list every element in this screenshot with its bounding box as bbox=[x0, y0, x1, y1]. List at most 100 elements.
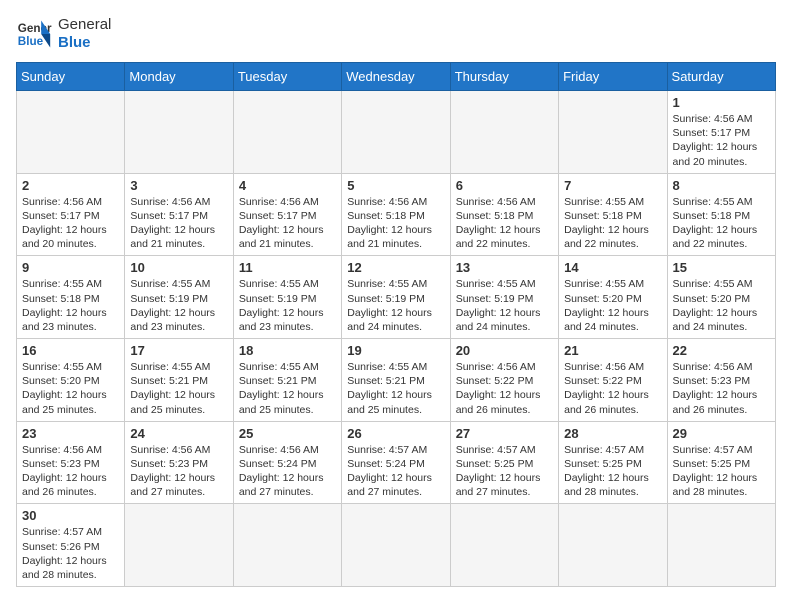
calendar: SundayMondayTuesdayWednesdayThursdayFrid… bbox=[16, 62, 776, 587]
day-info: Sunrise: 4:55 AM Sunset: 5:21 PM Dayligh… bbox=[239, 360, 336, 417]
day-info: Sunrise: 4:55 AM Sunset: 5:18 PM Dayligh… bbox=[673, 195, 770, 252]
calendar-cell bbox=[342, 504, 450, 587]
day-header-row: SundayMondayTuesdayWednesdayThursdayFrid… bbox=[17, 63, 776, 91]
calendar-cell: 21Sunrise: 4:56 AM Sunset: 5:22 PM Dayli… bbox=[559, 339, 667, 422]
calendar-cell bbox=[559, 91, 667, 174]
calendar-week-row: 1 Sunrise: 4:56 AM Sunset: 5:17 PM Daylig… bbox=[17, 91, 776, 174]
calendar-week-row: 16 Sunrise: 4:55 AM Sunset: 5:20 PM Dayli… bbox=[17, 339, 776, 422]
day-info: Sunrise: 4:56 AM Sunset: 5:18 PM Dayligh… bbox=[456, 195, 553, 252]
day-number: 23 bbox=[22, 426, 119, 441]
calendar-cell: 24 Sunrise: 4:56 AM Sunset: 5:23 PM Dayli… bbox=[125, 421, 233, 504]
day-info: Sunrise: 4:56 AM Sunset: 5:24 PM Dayligh… bbox=[239, 443, 336, 500]
day-number: 15 bbox=[673, 260, 770, 275]
calendar-cell: 27 Sunrise: 4:57 AM Sunset: 5:25 PM Dayli… bbox=[450, 421, 558, 504]
day-info: Sunrise: 4:55 AM Sunset: 5:20 PM Dayligh… bbox=[564, 277, 661, 334]
day-number: 12 bbox=[347, 260, 444, 275]
day-info: Sunrise: 4:55 AM Sunset: 5:19 PM Dayligh… bbox=[456, 277, 553, 334]
day-number: 25 bbox=[239, 426, 336, 441]
day-number: 17 bbox=[130, 343, 227, 358]
day-number: 21 bbox=[564, 343, 661, 358]
svg-text:Blue: Blue bbox=[18, 35, 44, 48]
calendar-cell: 8Sunrise: 4:55 AM Sunset: 5:18 PM Daylig… bbox=[667, 173, 775, 256]
calendar-cell: 19 Sunrise: 4:55 AM Sunset: 5:21 PM Dayli… bbox=[342, 339, 450, 422]
day-of-week-header: Sunday bbox=[17, 63, 125, 91]
day-number: 7 bbox=[564, 178, 661, 193]
calendar-week-row: 23 Sunrise: 4:56 AM Sunset: 5:23 PM Dayli… bbox=[17, 421, 776, 504]
calendar-cell: 17Sunrise: 4:55 AM Sunset: 5:21 PM Dayli… bbox=[125, 339, 233, 422]
logo-blue-text: Blue bbox=[58, 34, 111, 52]
calendar-cell: 23 Sunrise: 4:56 AM Sunset: 5:23 PM Dayli… bbox=[17, 421, 125, 504]
calendar-cell: 10Sunrise: 4:55 AM Sunset: 5:19 PM Dayli… bbox=[125, 256, 233, 339]
day-info: Sunrise: 4:55 AM Sunset: 5:18 PM Dayligh… bbox=[22, 277, 119, 334]
calendar-cell bbox=[667, 504, 775, 587]
day-number: 13 bbox=[456, 260, 553, 275]
day-info: Sunrise: 4:56 AM Sunset: 5:17 PM Dayligh… bbox=[673, 112, 770, 169]
calendar-cell: 26 Sunrise: 4:57 AM Sunset: 5:24 PM Dayli… bbox=[342, 421, 450, 504]
calendar-cell bbox=[450, 504, 558, 587]
day-number: 16 bbox=[22, 343, 119, 358]
day-info: Sunrise: 4:57 AM Sunset: 5:26 PM Dayligh… bbox=[22, 525, 119, 582]
calendar-cell bbox=[450, 91, 558, 174]
calendar-cell: 28Sunrise: 4:57 AM Sunset: 5:25 PM Dayli… bbox=[559, 421, 667, 504]
day-number: 19 bbox=[347, 343, 444, 358]
day-number: 2 bbox=[22, 178, 119, 193]
calendar-cell bbox=[342, 91, 450, 174]
day-number: 5 bbox=[347, 178, 444, 193]
day-info: Sunrise: 4:55 AM Sunset: 5:19 PM Dayligh… bbox=[130, 277, 227, 334]
day-info: Sunrise: 4:55 AM Sunset: 5:19 PM Dayligh… bbox=[239, 277, 336, 334]
day-info: Sunrise: 4:56 AM Sunset: 5:23 PM Dayligh… bbox=[130, 443, 227, 500]
calendar-cell: 11 Sunrise: 4:55 AM Sunset: 5:19 PM Dayli… bbox=[233, 256, 341, 339]
day-number: 1 bbox=[673, 95, 770, 110]
calendar-cell: 13 Sunrise: 4:55 AM Sunset: 5:19 PM Dayli… bbox=[450, 256, 558, 339]
day-info: Sunrise: 4:55 AM Sunset: 5:18 PM Dayligh… bbox=[564, 195, 661, 252]
day-number: 6 bbox=[456, 178, 553, 193]
calendar-cell: 30Sunrise: 4:57 AM Sunset: 5:26 PM Dayli… bbox=[17, 504, 125, 587]
calendar-cell: 12 Sunrise: 4:55 AM Sunset: 5:19 PM Dayli… bbox=[342, 256, 450, 339]
calendar-cell: 9 Sunrise: 4:55 AM Sunset: 5:18 PM Daylig… bbox=[17, 256, 125, 339]
day-number: 3 bbox=[130, 178, 227, 193]
calendar-cell: 29Sunrise: 4:57 AM Sunset: 5:25 PM Dayli… bbox=[667, 421, 775, 504]
day-number: 4 bbox=[239, 178, 336, 193]
calendar-cell bbox=[233, 91, 341, 174]
day-info: Sunrise: 4:56 AM Sunset: 5:23 PM Dayligh… bbox=[22, 443, 119, 500]
day-number: 26 bbox=[347, 426, 444, 441]
day-of-week-header: Thursday bbox=[450, 63, 558, 91]
day-info: Sunrise: 4:57 AM Sunset: 5:25 PM Dayligh… bbox=[564, 443, 661, 500]
day-number: 18 bbox=[239, 343, 336, 358]
calendar-cell: 1 Sunrise: 4:56 AM Sunset: 5:17 PM Daylig… bbox=[667, 91, 775, 174]
day-number: 9 bbox=[22, 260, 119, 275]
calendar-week-row: 2 Sunrise: 4:56 AM Sunset: 5:17 PM Daylig… bbox=[17, 173, 776, 256]
day-of-week-header: Wednesday bbox=[342, 63, 450, 91]
day-number: 11 bbox=[239, 260, 336, 275]
calendar-cell: 2 Sunrise: 4:56 AM Sunset: 5:17 PM Daylig… bbox=[17, 173, 125, 256]
calendar-cell bbox=[17, 91, 125, 174]
calendar-cell bbox=[559, 504, 667, 587]
calendar-cell: 20 Sunrise: 4:56 AM Sunset: 5:22 PM Dayli… bbox=[450, 339, 558, 422]
calendar-cell: 22Sunrise: 4:56 AM Sunset: 5:23 PM Dayli… bbox=[667, 339, 775, 422]
day-of-week-header: Tuesday bbox=[233, 63, 341, 91]
calendar-cell: 16 Sunrise: 4:55 AM Sunset: 5:20 PM Dayli… bbox=[17, 339, 125, 422]
day-info: Sunrise: 4:56 AM Sunset: 5:22 PM Dayligh… bbox=[456, 360, 553, 417]
day-info: Sunrise: 4:57 AM Sunset: 5:24 PM Dayligh… bbox=[347, 443, 444, 500]
day-info: Sunrise: 4:55 AM Sunset: 5:19 PM Dayligh… bbox=[347, 277, 444, 334]
calendar-cell: 18 Sunrise: 4:55 AM Sunset: 5:21 PM Dayli… bbox=[233, 339, 341, 422]
day-of-week-header: Monday bbox=[125, 63, 233, 91]
header: General Blue General Blue bbox=[16, 16, 776, 52]
day-info: Sunrise: 4:56 AM Sunset: 5:23 PM Dayligh… bbox=[673, 360, 770, 417]
day-info: Sunrise: 4:55 AM Sunset: 5:20 PM Dayligh… bbox=[673, 277, 770, 334]
day-number: 27 bbox=[456, 426, 553, 441]
day-info: Sunrise: 4:55 AM Sunset: 5:20 PM Dayligh… bbox=[22, 360, 119, 417]
logo: General Blue General Blue bbox=[16, 16, 111, 52]
day-info: Sunrise: 4:56 AM Sunset: 5:17 PM Dayligh… bbox=[22, 195, 119, 252]
calendar-week-row: 9 Sunrise: 4:55 AM Sunset: 5:18 PM Daylig… bbox=[17, 256, 776, 339]
logo-icon: General Blue bbox=[16, 16, 52, 52]
logo-general-text: General bbox=[58, 16, 111, 34]
calendar-cell: 5Sunrise: 4:56 AM Sunset: 5:18 PM Daylig… bbox=[342, 173, 450, 256]
day-info: Sunrise: 4:55 AM Sunset: 5:21 PM Dayligh… bbox=[347, 360, 444, 417]
day-number: 20 bbox=[456, 343, 553, 358]
calendar-cell: 4Sunrise: 4:56 AM Sunset: 5:17 PM Daylig… bbox=[233, 173, 341, 256]
calendar-cell: 25 Sunrise: 4:56 AM Sunset: 5:24 PM Dayli… bbox=[233, 421, 341, 504]
day-info: Sunrise: 4:57 AM Sunset: 5:25 PM Dayligh… bbox=[456, 443, 553, 500]
day-number: 29 bbox=[673, 426, 770, 441]
day-number: 24 bbox=[130, 426, 227, 441]
